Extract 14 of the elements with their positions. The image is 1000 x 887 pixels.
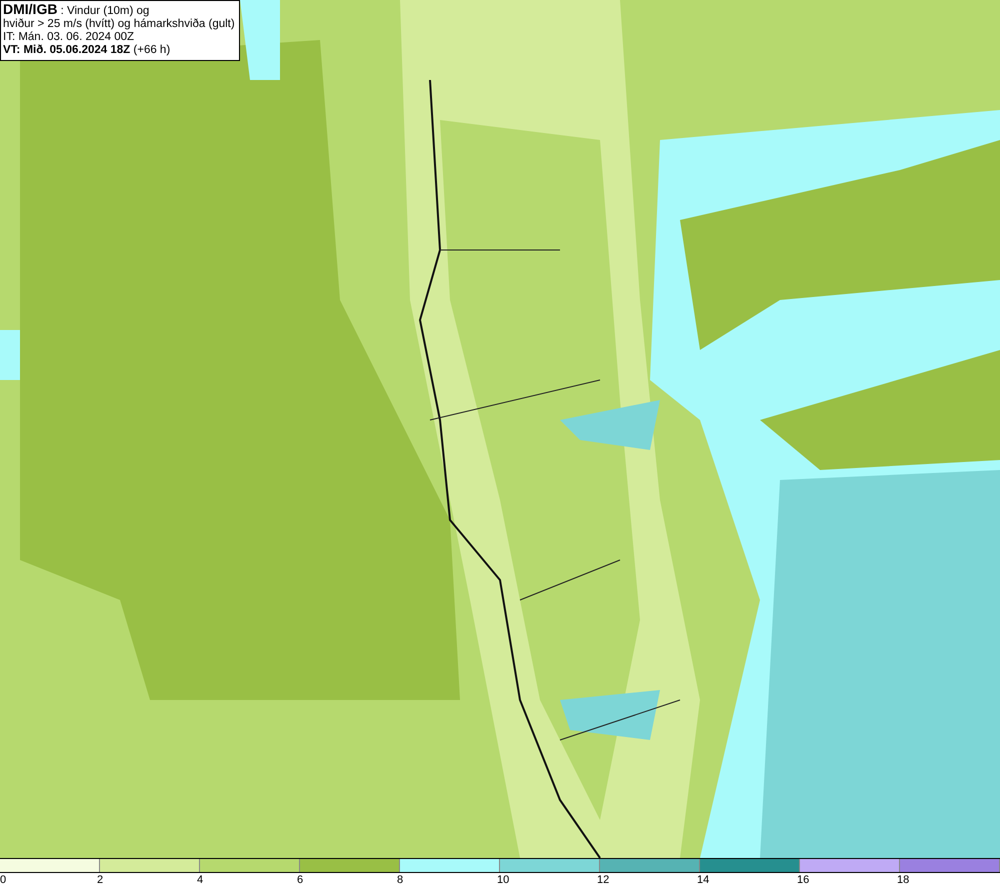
legend-label: 2 [97, 873, 104, 887]
legend-label: 8 [397, 873, 404, 887]
legend-label: 10 [497, 873, 510, 887]
title-line: hviður > 25 m/s (hvítt) og hámarkshviða (gult) [3, 18, 235, 31]
title-line: IT: Mán. 03. 06. 2024 00Z [3, 31, 136, 44]
legend-label: 6 [297, 873, 304, 887]
title-line: DMI/IGB : Vindur (10m) og [3, 3, 150, 18]
legend-label: 4 [197, 873, 204, 887]
legend-label: 14 [697, 873, 710, 887]
legend-label: 12 [597, 873, 610, 887]
title-line: VT: Mið. 05.06.2024 18Z (+66 h) [3, 44, 172, 57]
legend-label: 0 [0, 873, 6, 887]
legend-label: 16 [797, 873, 810, 887]
legend-label: 18 [897, 873, 910, 887]
